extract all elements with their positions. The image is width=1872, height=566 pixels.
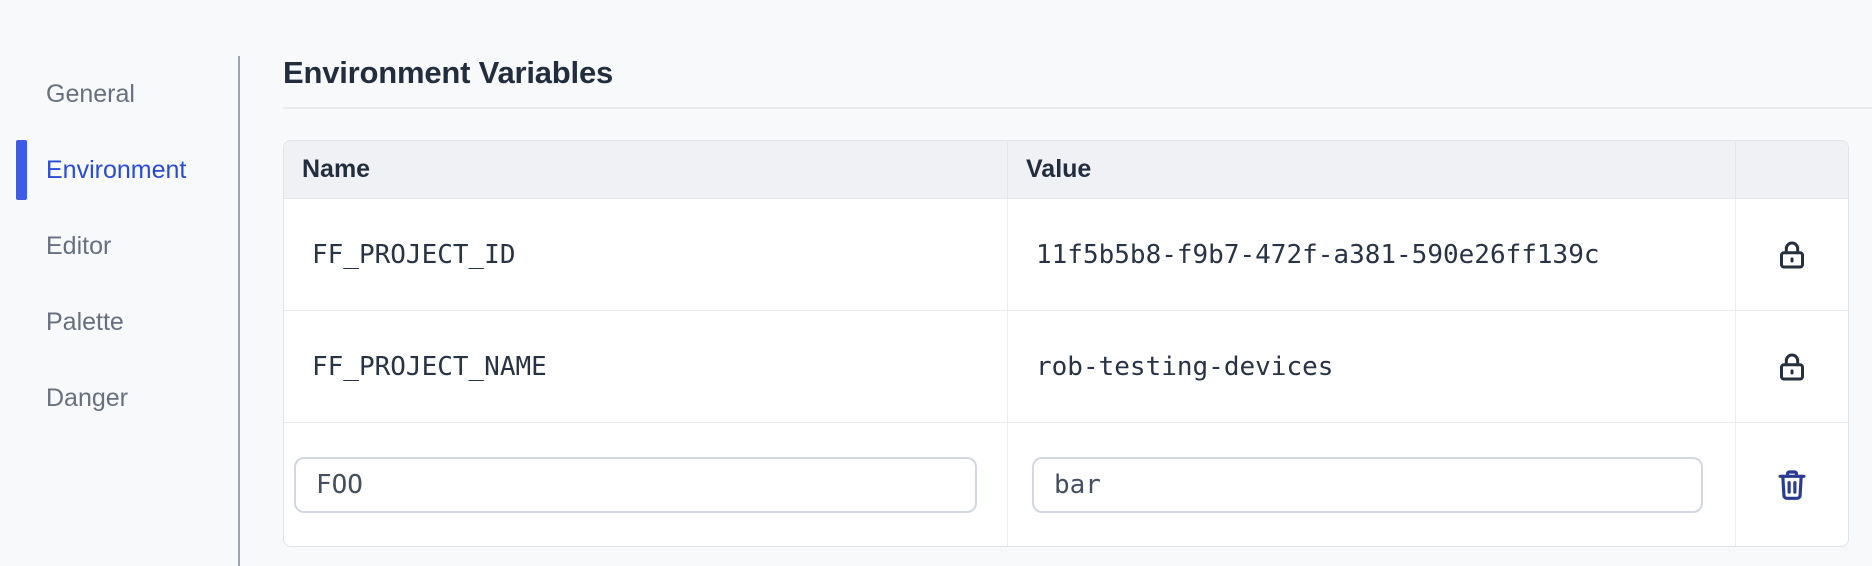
table-row: FF_PROJECT_ID 11f5b5b8-f9b7-472f-a381-59…: [284, 199, 1848, 311]
page-header: Environment Variables: [283, 55, 1872, 109]
trash-icon: [1773, 466, 1811, 504]
variable-name-cell: FF_PROJECT_ID: [284, 199, 1008, 310]
sidebar-divider: [238, 56, 240, 566]
variable-name-cell: FF_PROJECT_NAME: [284, 311, 1008, 422]
environment-settings-panel: Environment Variables Name Value FF_PROJ…: [283, 0, 1872, 547]
variable-actions-cell: [1736, 423, 1848, 546]
sidebar-item-editor[interactable]: Editor: [0, 208, 238, 284]
variable-actions-cell: [1736, 199, 1848, 310]
sidebar-item-label: Editor: [46, 231, 112, 260]
variable-value-cell: rob-testing-devices: [1008, 311, 1736, 422]
sidebar-item-label: Environment: [46, 155, 187, 184]
variable-name-input[interactable]: [294, 456, 977, 513]
table-row-editable: [284, 423, 1848, 546]
variable-value: rob-testing-devices: [1036, 351, 1334, 382]
variable-name: FF_PROJECT_NAME: [312, 351, 547, 382]
variable-value-input[interactable]: [1032, 456, 1703, 513]
variable-actions-cell: [1736, 311, 1848, 422]
column-header-name: Name: [284, 141, 1008, 198]
variable-name-cell: [284, 423, 1008, 546]
delete-variable-button[interactable]: [1770, 463, 1814, 507]
column-header-value: Value: [1008, 141, 1736, 198]
variable-name: FF_PROJECT_ID: [312, 239, 516, 270]
sidebar-item-label: Palette: [46, 307, 124, 336]
variable-value-cell: 11f5b5b8-f9b7-472f-a381-590e26ff139c: [1008, 199, 1736, 310]
table-header-row: Name Value: [284, 141, 1848, 199]
sidebar-item-label: Danger: [46, 383, 128, 412]
sidebar-item-general[interactable]: General: [0, 56, 238, 132]
lock-icon: [1770, 345, 1814, 389]
sidebar-item-label: General: [46, 79, 135, 108]
settings-sidebar: General Environment Editor Palette Dange…: [0, 56, 238, 436]
sidebar-item-palette[interactable]: Palette: [0, 284, 238, 360]
table-row: FF_PROJECT_NAME rob-testing-devices: [284, 311, 1848, 423]
sidebar-item-environment[interactable]: Environment: [0, 132, 238, 208]
lock-icon: [1770, 233, 1814, 277]
variable-value-cell: [1008, 423, 1736, 546]
column-header-actions: [1736, 141, 1848, 198]
environment-variables-table: Name Value FF_PROJECT_ID 11f5b5b8-f9b7-4…: [283, 140, 1849, 547]
variable-value: 11f5b5b8-f9b7-472f-a381-590e26ff139c: [1036, 239, 1600, 270]
page-title: Environment Variables: [283, 55, 614, 90]
sidebar-item-danger[interactable]: Danger: [0, 360, 238, 436]
active-tab-indicator: [16, 140, 27, 200]
